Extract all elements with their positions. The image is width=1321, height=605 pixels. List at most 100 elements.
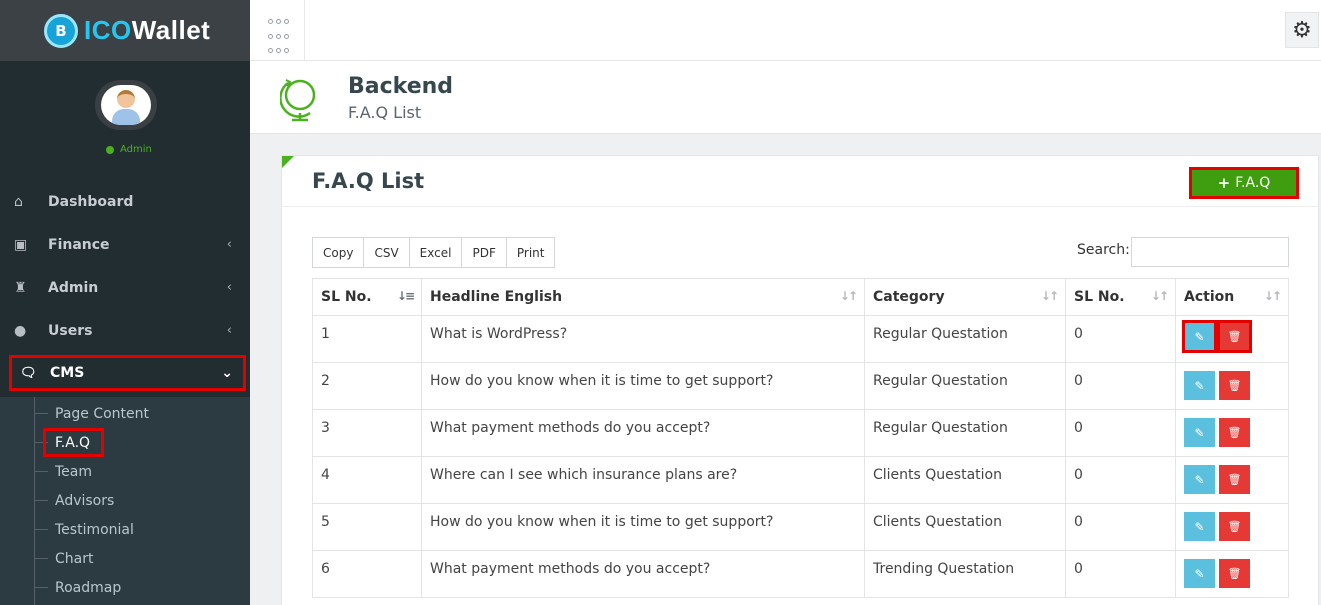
user-secret-icon: ♜ xyxy=(14,279,27,296)
table-row: 3 What payment methods do you accept? Re… xyxy=(312,409,1289,457)
column-header-headline[interactable]: Headline English ↓↑ xyxy=(421,278,865,316)
column-label: Action xyxy=(1184,289,1235,305)
cell-headline: What payment methods do you accept? xyxy=(421,409,865,457)
brand-suffix: Wallet xyxy=(131,15,211,45)
submenu-item-page-content[interactable]: Page Content xyxy=(34,399,149,428)
trash-icon: 🗑 xyxy=(1227,567,1242,580)
cell-action: ✎ 🗑 xyxy=(1175,362,1289,410)
submenu-item-testimonial[interactable]: Testimonial xyxy=(34,515,134,544)
column-label: Category xyxy=(873,289,945,305)
chevron-left-icon: ‹ xyxy=(226,280,232,295)
edit-button[interactable]: ✎ xyxy=(1184,418,1215,447)
page-subtitle: F.A.Q List xyxy=(348,103,422,122)
settings-gear-icon[interactable]: ⚙ xyxy=(1285,12,1319,48)
sidebar-item-cms[interactable]: 🗨 CMS ⌄ xyxy=(9,355,246,391)
pdf-button[interactable]: PDF xyxy=(462,238,507,267)
cell-action: ✎ 🗑 xyxy=(1175,503,1289,551)
trash-icon: 🗑 xyxy=(1227,426,1242,439)
cell-headline: What is WordPress? xyxy=(421,315,865,363)
cell-action: ✎ 🗑 xyxy=(1175,456,1289,504)
sidebar-item-label: Dashboard xyxy=(48,193,134,210)
column-label: SL No. xyxy=(321,289,372,305)
cell-sl: 2 xyxy=(312,362,422,410)
delete-button[interactable]: 🗑 xyxy=(1219,371,1250,400)
table-row: 5 How do you know when it is time to get… xyxy=(312,503,1289,551)
column-header-sl[interactable]: SL No. ↓≡ xyxy=(312,278,422,316)
cell-category: Clients Questation xyxy=(864,456,1066,504)
cell-category: Regular Questation xyxy=(864,315,1066,363)
delete-button[interactable]: 🗑 xyxy=(1219,512,1250,541)
table-row: 2 How do you know when it is time to get… xyxy=(312,362,1289,410)
sort-asc-icon: ↓≡ xyxy=(396,289,415,303)
avatar[interactable] xyxy=(95,80,157,130)
pencil-icon: ✎ xyxy=(1194,329,1205,344)
copy-button[interactable]: Copy xyxy=(313,238,365,267)
column-header-action[interactable]: Action ↓↑ xyxy=(1175,278,1289,316)
sidebar-item-dashboard[interactable]: ⌂ Dashboard xyxy=(0,180,250,223)
apps-grid-icon[interactable] xyxy=(250,0,305,60)
delete-button[interactable]: 🗑 xyxy=(1217,320,1252,353)
add-faq-button[interactable]: + F.A.Q xyxy=(1189,167,1299,199)
home-icon: ⌂ xyxy=(14,193,23,210)
brand-prefix: ICO xyxy=(84,15,132,45)
cell-sl: 6 xyxy=(312,550,422,598)
sidebar-item-finance[interactable]: ▣ Finance ‹ xyxy=(0,223,250,266)
table-row: 1 What is WordPress? Regular Questation … xyxy=(312,315,1289,363)
users-icon: ● xyxy=(14,322,27,339)
submenu-item-roadmap[interactable]: Roadmap xyxy=(34,573,121,602)
sidebar: B ICOWallet Admin ⌂ Dashboard ▣ Finance … xyxy=(0,0,250,605)
csv-button[interactable]: CSV xyxy=(364,238,410,267)
column-header-sl-2[interactable]: SL No. ↓↑ xyxy=(1065,278,1176,316)
plus-icon: + xyxy=(1217,174,1231,192)
sort-icon: ↓↑ xyxy=(1263,289,1282,303)
faq-list-card: F.A.Q List + F.A.Q Copy CSV Excel PDF Pr… xyxy=(281,155,1319,605)
status-label: Admin xyxy=(120,144,152,155)
delete-button[interactable]: 🗑 xyxy=(1219,559,1250,588)
brand[interactable]: B ICOWallet xyxy=(0,0,250,61)
money-icon: ▣ xyxy=(14,236,28,253)
search-input[interactable] xyxy=(1131,237,1289,267)
submenu-item-advisors[interactable]: Advisors xyxy=(34,486,114,515)
trash-icon: 🗑 xyxy=(1227,520,1242,533)
cell-sl-2: 0 xyxy=(1065,315,1176,363)
edit-button[interactable]: ✎ xyxy=(1184,559,1215,588)
table-header-row: SL No. ↓≡ Headline English ↓↑ Category ↓↑ S… xyxy=(312,278,1289,316)
top-bar: ⚙ xyxy=(250,0,1321,61)
chevron-left-icon: ‹ xyxy=(226,237,232,252)
avatar-image xyxy=(101,85,151,125)
cell-headline: What payment methods do you accept? xyxy=(421,550,865,598)
edit-button[interactable]: ✎ xyxy=(1184,371,1215,400)
cell-headline: How do you know when it is time to get s… xyxy=(421,362,865,410)
cell-category: Regular Questation xyxy=(864,362,1066,410)
pencil-icon: ✎ xyxy=(1194,566,1205,581)
chevron-left-icon: ‹ xyxy=(226,323,232,338)
sidebar-item-admin[interactable]: ♜ Admin ‹ xyxy=(0,266,250,309)
sidebar-item-users[interactable]: ● Users ‹ xyxy=(0,309,250,352)
print-button[interactable]: Print xyxy=(506,238,555,267)
submenu-item-team[interactable]: Team xyxy=(34,457,92,486)
page-header: Backend F.A.Q List xyxy=(250,61,1321,134)
globe-icon xyxy=(280,79,316,122)
sidebar-item-label: Finance xyxy=(48,236,110,253)
search-label: Search: xyxy=(1077,242,1130,258)
cell-action: ✎ 🗑 xyxy=(1175,409,1289,457)
card-title: F.A.Q List xyxy=(312,169,425,193)
cell-category: Regular Questation xyxy=(864,409,1066,457)
edit-button[interactable]: ✎ xyxy=(1182,320,1217,353)
cell-sl-2: 0 xyxy=(1065,362,1176,410)
bitcoin-logo-icon: B xyxy=(44,13,78,48)
sort-icon: ↓↑ xyxy=(839,289,858,303)
column-header-category[interactable]: Category ↓↑ xyxy=(864,278,1066,316)
delete-button[interactable]: 🗑 xyxy=(1219,465,1250,494)
edit-button[interactable]: ✎ xyxy=(1184,465,1215,494)
cell-sl-2: 0 xyxy=(1065,409,1176,457)
delete-button[interactable]: 🗑 xyxy=(1219,418,1250,447)
pencil-icon: ✎ xyxy=(1194,472,1205,487)
pencil-icon: ✎ xyxy=(1194,519,1205,534)
edit-button[interactable]: ✎ xyxy=(1184,512,1215,541)
sort-icon: ↓↑ xyxy=(1150,289,1169,303)
excel-button[interactable]: Excel xyxy=(409,238,463,267)
comments-icon: 🗨 xyxy=(20,365,37,381)
faq-table: SL No. ↓≡ Headline English ↓↑ Category ↓↑ S… xyxy=(312,278,1289,598)
submenu-item-chart[interactable]: Chart xyxy=(34,544,93,573)
